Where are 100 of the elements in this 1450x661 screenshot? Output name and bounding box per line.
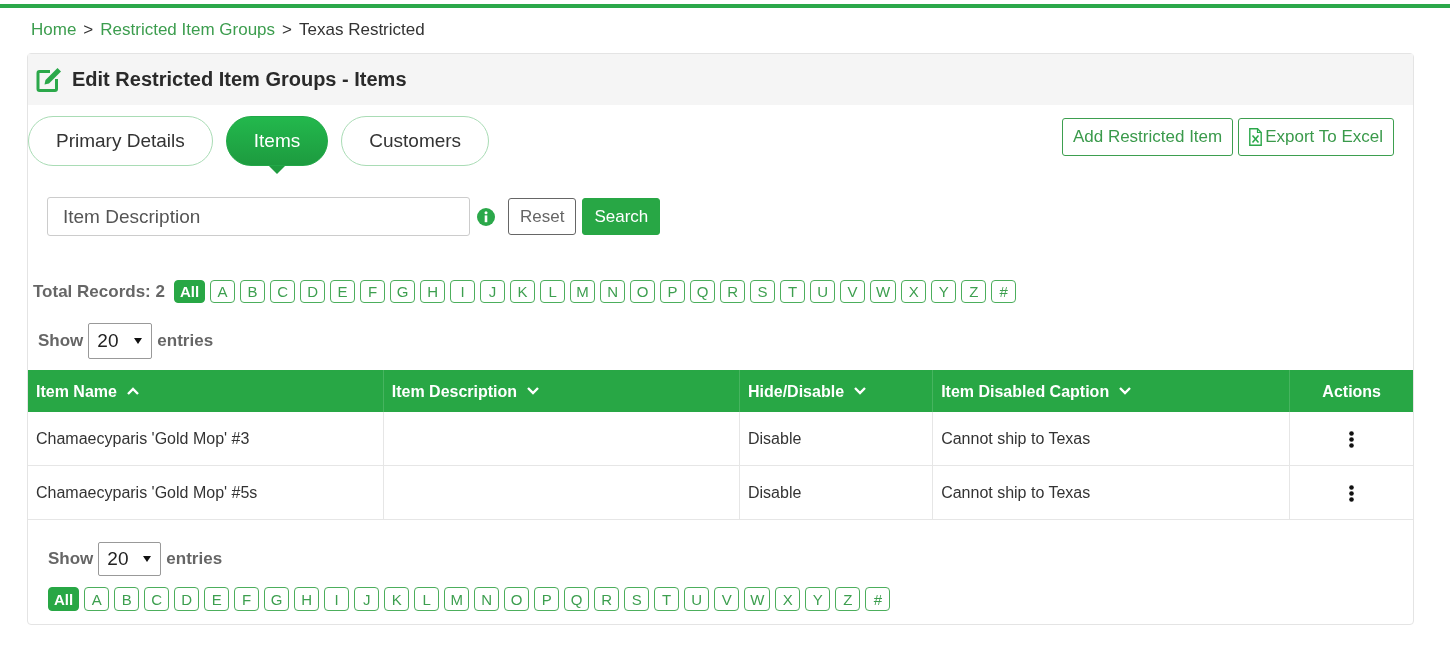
letter-filter-button[interactable]: O xyxy=(630,280,656,303)
export-button[interactable]: Export To Excel xyxy=(1238,118,1394,156)
column-header[interactable]: Item Disabled Caption xyxy=(932,370,1290,412)
column-header: Actions xyxy=(1289,370,1413,412)
letter-filter-button[interactable]: E xyxy=(330,280,356,303)
letter-filter-button[interactable]: R xyxy=(594,587,620,611)
letter-filter-button[interactable]: T xyxy=(654,587,680,611)
letter-filter-button[interactable]: V xyxy=(840,280,866,303)
add-item-button[interactable]: Add Restricted Item xyxy=(1061,118,1234,156)
letter-filter-button[interactable]: N xyxy=(600,280,626,303)
letter-filter-button[interactable]: L xyxy=(540,280,566,303)
page-size-select[interactable]: 20 xyxy=(98,542,162,576)
letter-filter-button[interactable]: D xyxy=(300,280,326,303)
chevron-up-icon[interactable] xyxy=(126,387,139,396)
entries-label: entries xyxy=(157,331,214,351)
letter-filter-button[interactable]: T xyxy=(780,280,806,303)
letter-filter-button[interactable]: G xyxy=(264,587,290,611)
letter-filter-button[interactable]: K xyxy=(510,280,536,303)
letter-filter-button[interactable]: B xyxy=(240,280,266,303)
pointer-icon xyxy=(269,166,286,174)
table-cell: Chamaecyparis 'Gold Mop' #3 xyxy=(28,412,384,466)
breadcrumb-current: Texas Restricted xyxy=(299,19,425,41)
table-cell: Cannot ship to Texas xyxy=(932,412,1290,466)
letter-filter-button[interactable]: E xyxy=(204,587,230,611)
table-cell: Chamaecyparis 'Gold Mop' #5s xyxy=(28,465,384,520)
chevron-down-icon[interactable] xyxy=(527,387,540,396)
letter-filter-button[interactable]: S xyxy=(624,587,650,611)
tab[interactable]: Primary Details xyxy=(28,116,213,166)
chevron-down-icon[interactable] xyxy=(854,387,867,396)
letter-filter-button[interactable]: M xyxy=(444,587,470,611)
letter-filter-button[interactable]: C xyxy=(270,280,296,303)
letter-filter-button[interactable]: H xyxy=(294,587,320,611)
letter-filter-button[interactable]: # xyxy=(991,280,1017,303)
letter-filter-button[interactable]: All xyxy=(173,280,206,303)
total-records-label: Total Records: 2 xyxy=(33,281,165,302)
letter-filter-button[interactable]: All xyxy=(48,587,80,611)
letter-filter-button[interactable]: J xyxy=(480,280,506,303)
letter-filter-button[interactable]: W xyxy=(870,280,897,303)
search-field[interactable]: Item Description xyxy=(47,197,470,236)
letter-filter-button[interactable]: Z xyxy=(835,587,861,611)
letter-filter-button[interactable]: I xyxy=(324,587,350,611)
letter-filter-button[interactable]: C xyxy=(144,587,170,611)
letter-filter-button[interactable]: F xyxy=(234,587,260,611)
letter-filter-button[interactable]: U xyxy=(684,587,710,611)
breadcrumb-link[interactable]: Restricted Item Groups xyxy=(100,19,276,41)
letter-filter-button[interactable]: O xyxy=(504,587,530,611)
letter-filter-button[interactable]: V xyxy=(714,587,740,611)
letter-filter-button[interactable]: J xyxy=(354,587,380,611)
table-cell: Disable xyxy=(739,412,933,466)
table-cell: Cannot ship to Texas xyxy=(932,465,1290,520)
show-label: Show xyxy=(38,331,84,351)
entries-label: entries xyxy=(166,549,223,569)
letter-filter-button[interactable]: W xyxy=(744,587,771,611)
letter-filter-button[interactable]: N xyxy=(474,587,500,611)
letter-filter-button[interactable]: D xyxy=(174,587,200,611)
search-button[interactable]: Search xyxy=(582,198,661,235)
letter-filter-button[interactable]: Q xyxy=(690,280,716,303)
letter-filter-button[interactable]: B xyxy=(114,587,140,611)
letter-filter-button[interactable]: S xyxy=(750,280,776,303)
excel-file-icon xyxy=(1249,128,1263,146)
kebab-menu-icon[interactable] xyxy=(1349,484,1355,502)
page-size-select[interactable]: 20 xyxy=(88,323,153,359)
column-header[interactable]: Hide/Disable xyxy=(739,370,933,412)
tab[interactable]: Customers xyxy=(341,116,490,166)
caret-icon xyxy=(134,338,143,344)
letter-filter-button[interactable]: M xyxy=(570,280,596,303)
letter-filter-button[interactable]: A xyxy=(210,280,236,303)
letter-filter-button[interactable]: R xyxy=(720,280,746,303)
letter-filter-button[interactable]: P xyxy=(534,587,560,611)
column-header[interactable]: Item Description xyxy=(383,370,740,412)
letter-filter-button[interactable]: F xyxy=(360,280,386,303)
letter-filter-button[interactable]: I xyxy=(450,280,476,303)
letter-filter-button[interactable]: G xyxy=(390,280,416,303)
breadcrumb-separator: > xyxy=(282,19,292,41)
tab[interactable]: Items xyxy=(225,116,329,166)
edit-icon xyxy=(35,66,61,93)
info-icon[interactable] xyxy=(477,207,495,226)
breadcrumb-link[interactable]: Home xyxy=(31,19,77,41)
letter-filter-button[interactable]: L xyxy=(414,587,440,611)
show-label: Show xyxy=(48,549,94,569)
letter-filter-button[interactable]: X xyxy=(901,280,927,303)
column-header[interactable]: Item Name xyxy=(28,370,384,412)
letter-filter-button[interactable]: X xyxy=(775,587,801,611)
letter-filter-button[interactable]: A xyxy=(84,587,110,611)
letter-filter-button[interactable]: # xyxy=(865,587,891,611)
letter-filter-button[interactable]: U xyxy=(810,280,836,303)
letter-filter-button[interactable]: K xyxy=(384,587,410,611)
letter-filter-button[interactable]: H xyxy=(420,280,446,303)
letter-filter-button[interactable]: Y xyxy=(931,280,957,303)
kebab-menu-icon[interactable] xyxy=(1349,430,1355,448)
letter-filter-button[interactable]: Q xyxy=(564,587,590,611)
letter-filter-button[interactable]: Y xyxy=(805,587,831,611)
letter-filter-button[interactable]: Z xyxy=(961,280,987,303)
breadcrumb-separator: > xyxy=(83,19,94,41)
panel-title: Edit Restricted Item Groups - Items xyxy=(72,68,407,91)
caret-icon xyxy=(143,556,152,562)
reset-button[interactable]: Reset xyxy=(508,198,577,235)
table-cell: Disable xyxy=(739,465,933,520)
letter-filter-button[interactable]: P xyxy=(660,280,686,303)
chevron-down-icon[interactable] xyxy=(1119,387,1132,396)
